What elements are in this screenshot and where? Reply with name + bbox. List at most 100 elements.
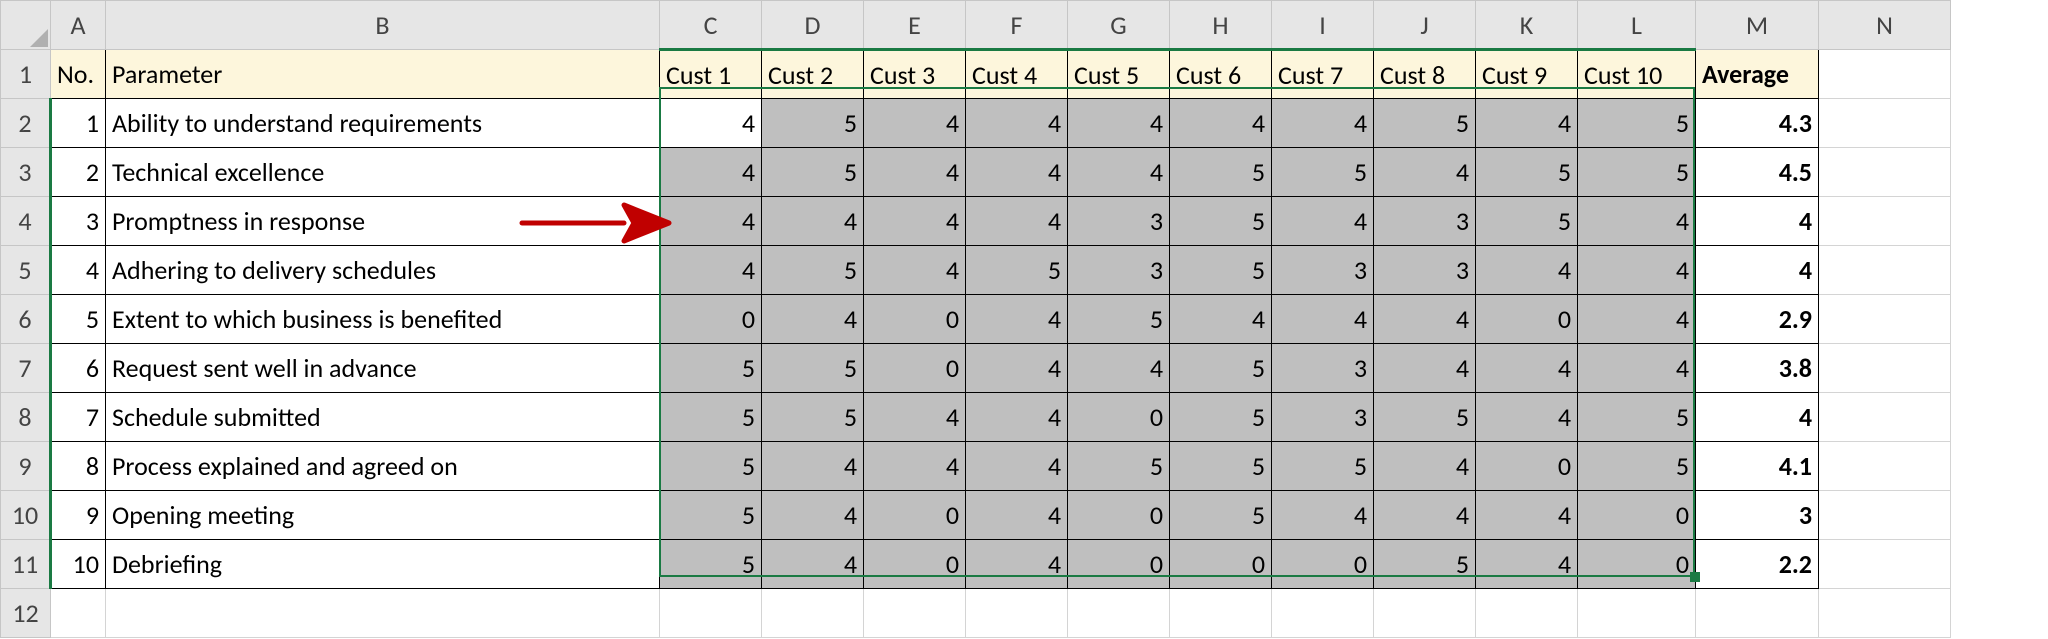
cell-L4[interactable]: 4 [1578,197,1696,246]
cell-B9[interactable]: Process explained and agreed on [106,442,660,491]
cell-H12[interactable] [1170,589,1272,638]
cell-I9[interactable]: 5 [1272,442,1374,491]
row-header-4[interactable]: 4 [1,197,51,246]
cell-M5[interactable]: 4 [1696,246,1819,295]
cell-H11[interactable]: 0 [1170,540,1272,589]
cell-A12[interactable] [51,589,106,638]
cell-M12[interactable] [1696,589,1819,638]
row-header-10[interactable]: 10 [1,491,51,540]
col-header-M[interactable]: M [1696,1,1819,50]
cell-A10[interactable]: 9 [51,491,106,540]
cell-F2[interactable]: 4 [966,99,1068,148]
cell-F10[interactable]: 4 [966,491,1068,540]
cell-K4[interactable]: 5 [1476,197,1578,246]
cell-J4[interactable]: 3 [1374,197,1476,246]
cell-C10[interactable]: 5 [660,491,762,540]
cell-E4[interactable]: 4 [864,197,966,246]
col-header-A[interactable]: A [51,1,106,50]
row-header-5[interactable]: 5 [1,246,51,295]
cell-E8[interactable]: 4 [864,393,966,442]
row-header-3[interactable]: 3 [1,148,51,197]
cell-H1[interactable]: Cust 6 [1170,50,1272,99]
cell-A4[interactable]: 3 [51,197,106,246]
cell-J11[interactable]: 5 [1374,540,1476,589]
cell-E11[interactable]: 0 [864,540,966,589]
cell-D2[interactable]: 5 [762,99,864,148]
cell-G5[interactable]: 3 [1068,246,1170,295]
cell-L5[interactable]: 4 [1578,246,1696,295]
cell-J6[interactable]: 4 [1374,295,1476,344]
cell-K5[interactable]: 4 [1476,246,1578,295]
cell-H3[interactable]: 5 [1170,148,1272,197]
col-header-J[interactable]: J [1374,1,1476,50]
cell-I3[interactable]: 5 [1272,148,1374,197]
cell-K3[interactable]: 5 [1476,148,1578,197]
cell-D7[interactable]: 5 [762,344,864,393]
cell-A9[interactable]: 8 [51,442,106,491]
cell-K2[interactable]: 4 [1476,99,1578,148]
cell-M2[interactable]: 4.3 [1696,99,1819,148]
cell-E6[interactable]: 0 [864,295,966,344]
cell-J2[interactable]: 5 [1374,99,1476,148]
row-header-6[interactable]: 6 [1,295,51,344]
cell-A1[interactable]: No. [51,50,106,99]
cell-G4[interactable]: 3 [1068,197,1170,246]
cell-C4[interactable]: 4 [660,197,762,246]
cell-N6[interactable] [1819,295,1951,344]
cell-C9[interactable]: 5 [660,442,762,491]
cell-K8[interactable]: 4 [1476,393,1578,442]
col-header-N[interactable]: N [1819,1,1951,50]
cell-J10[interactable]: 4 [1374,491,1476,540]
cell-G12[interactable] [1068,589,1170,638]
cell-I2[interactable]: 4 [1272,99,1374,148]
cell-M11[interactable]: 2.2 [1696,540,1819,589]
cell-E3[interactable]: 4 [864,148,966,197]
cell-J8[interactable]: 5 [1374,393,1476,442]
cell-H2[interactable]: 4 [1170,99,1272,148]
cell-G2[interactable]: 4 [1068,99,1170,148]
cell-F7[interactable]: 4 [966,344,1068,393]
cell-F12[interactable] [966,589,1068,638]
cell-G10[interactable]: 0 [1068,491,1170,540]
cell-B10[interactable]: Opening meeting [106,491,660,540]
cell-B12[interactable] [106,589,660,638]
col-header-F[interactable]: F [966,1,1068,50]
cell-K11[interactable]: 4 [1476,540,1578,589]
row-header-1[interactable]: 1 [1,50,51,99]
cell-E1[interactable]: Cust 3 [864,50,966,99]
cell-L10[interactable]: 0 [1578,491,1696,540]
col-header-L[interactable]: L [1578,1,1696,50]
cell-E5[interactable]: 4 [864,246,966,295]
cell-D3[interactable]: 5 [762,148,864,197]
cell-I12[interactable] [1272,589,1374,638]
cell-C6[interactable]: 0 [660,295,762,344]
cell-N5[interactable] [1819,246,1951,295]
cell-L11[interactable]: 0 [1578,540,1696,589]
cell-M6[interactable]: 2.9 [1696,295,1819,344]
cell-H5[interactable]: 5 [1170,246,1272,295]
cell-G8[interactable]: 0 [1068,393,1170,442]
col-header-G[interactable]: G [1068,1,1170,50]
cell-M9[interactable]: 4.1 [1696,442,1819,491]
cell-E12[interactable] [864,589,966,638]
row-header-8[interactable]: 8 [1,393,51,442]
cell-N4[interactable] [1819,197,1951,246]
cell-D5[interactable]: 5 [762,246,864,295]
cell-D4[interactable]: 4 [762,197,864,246]
cell-H6[interactable]: 4 [1170,295,1272,344]
cell-L6[interactable]: 4 [1578,295,1696,344]
cell-J5[interactable]: 3 [1374,246,1476,295]
cell-I4[interactable]: 4 [1272,197,1374,246]
cell-K1[interactable]: Cust 9 [1476,50,1578,99]
cell-B8[interactable]: Schedule submitted [106,393,660,442]
cell-E7[interactable]: 0 [864,344,966,393]
cell-F1[interactable]: Cust 4 [966,50,1068,99]
cell-A8[interactable]: 7 [51,393,106,442]
cell-H4[interactable]: 5 [1170,197,1272,246]
cell-L12[interactable] [1578,589,1696,638]
cell-J9[interactable]: 4 [1374,442,1476,491]
cell-A7[interactable]: 6 [51,344,106,393]
col-header-B[interactable]: B [106,1,660,50]
cell-E2[interactable]: 4 [864,99,966,148]
cell-I7[interactable]: 3 [1272,344,1374,393]
